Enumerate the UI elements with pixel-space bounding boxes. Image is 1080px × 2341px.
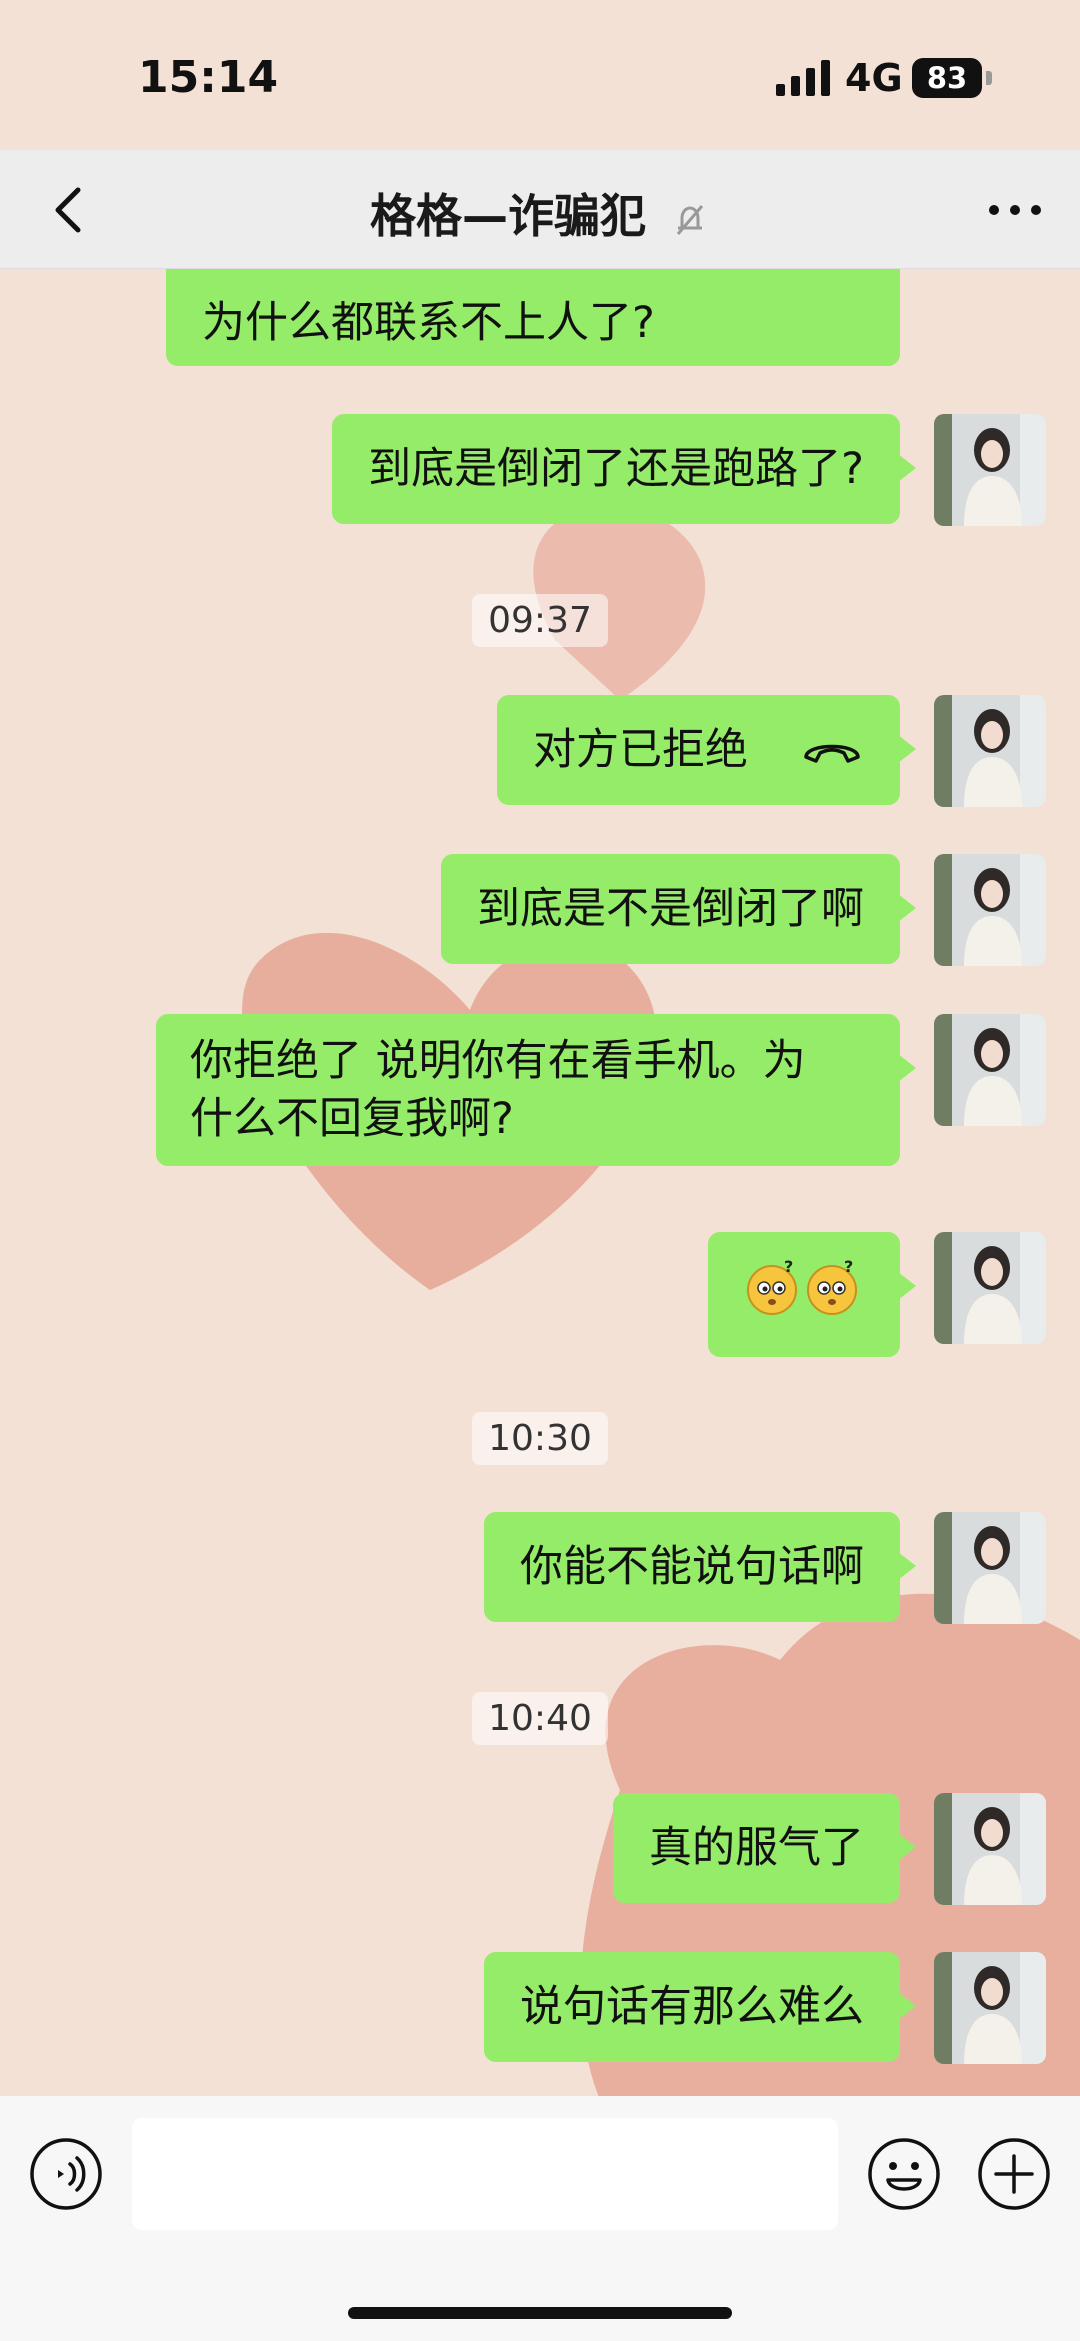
signal-icon xyxy=(776,60,830,96)
voice-icon[interactable] xyxy=(28,2136,104,2212)
message-row: 你能不能说句话啊 xyxy=(484,1512,1046,1624)
message-list: 为什么都联系不上人了? 到底是倒闭了还是跑路了? 09:37 对方已拒绝 到底是… xyxy=(0,268,1080,2096)
battery-indicator: 83 xyxy=(912,58,982,98)
timestamp: 10:30 xyxy=(0,1412,1080,1465)
svg-text:?: ? xyxy=(844,1258,853,1276)
more-dots-icon[interactable] xyxy=(980,180,1050,240)
network-type: 4G xyxy=(845,56,903,100)
hangup-icon xyxy=(804,744,860,763)
message-text: 到底是倒闭了还是跑路了? xyxy=(368,444,864,494)
home-indicator[interactable] xyxy=(348,2307,732,2319)
message-bubble[interactable]: 你能不能说句话啊 xyxy=(484,1512,916,1622)
contact-name: 格格—诈骗犯 xyxy=(369,189,646,243)
message-text: 为什么都联系不上人了? xyxy=(202,298,655,348)
message-text: 说句话有那么难么 xyxy=(520,1982,864,2032)
avatar[interactable] xyxy=(934,1232,1046,1344)
avatar[interactable] xyxy=(934,695,1046,807)
status-bar: 15:14 4G 83 xyxy=(0,0,1080,150)
confused-face-emoji: ? ? xyxy=(747,1257,857,1315)
emoji-icon[interactable] xyxy=(866,2136,942,2212)
avatar[interactable] xyxy=(934,1793,1046,1905)
call-record-bubble[interactable]: 对方已拒绝 xyxy=(497,695,916,805)
emoji-bubble[interactable]: ? ? xyxy=(708,1232,916,1357)
message-bubble[interactable]: 到底是倒闭了还是跑路了? xyxy=(332,414,916,524)
message-row: 到底是不是倒闭了啊 xyxy=(441,854,1046,966)
avatar[interactable] xyxy=(934,1512,1046,1624)
message-text: 真的服气了 xyxy=(649,1823,864,1873)
message-row: 真的服气了 xyxy=(613,1793,1046,1905)
timestamp: 10:40 xyxy=(0,1692,1080,1745)
message-bubble[interactable]: 说句话有那么难么 xyxy=(484,1952,916,2062)
avatar[interactable] xyxy=(934,1014,1046,1126)
svg-text:?: ? xyxy=(784,1258,793,1276)
timestamp: 09:37 xyxy=(0,594,1080,647)
bell-off-icon xyxy=(676,204,704,235)
status-time: 15:14 xyxy=(138,52,279,103)
message-row: 到底是倒闭了还是跑路了? xyxy=(332,414,1046,526)
message-row: 为什么都联系不上人了? xyxy=(166,268,1046,366)
message-text: 你能不能说句话啊 xyxy=(520,1542,864,1592)
avatar[interactable] xyxy=(934,854,1046,966)
message-text: 对方已拒绝 xyxy=(533,725,748,775)
message-row: 对方已拒绝 xyxy=(497,695,1046,807)
avatar[interactable] xyxy=(934,1952,1046,2064)
message-text: 到底是不是倒闭了啊 xyxy=(477,884,864,934)
message-row: 你拒绝了 说明你有在看手机。为 什么不回复我啊? xyxy=(156,1014,1046,1166)
message-text-line: 你拒绝了 说明你有在看手机。为 xyxy=(190,1036,806,1086)
plus-icon[interactable] xyxy=(976,2136,1052,2212)
avatar[interactable] xyxy=(934,414,1046,526)
chat-title: 格格—诈骗犯 xyxy=(0,180,1080,246)
message-bubble[interactable]: 为什么都联系不上人了? xyxy=(166,268,900,366)
message-text-line: 什么不回复我啊? xyxy=(190,1094,514,1144)
message-row: 说句话有那么难么 xyxy=(484,1952,1046,2064)
input-bar xyxy=(0,2096,1080,2341)
chat-header: 格格—诈骗犯 xyxy=(0,150,1080,269)
message-input[interactable] xyxy=(132,2118,838,2230)
message-bubble[interactable]: 到底是不是倒闭了啊 xyxy=(441,854,916,964)
message-bubble[interactable]: 真的服气了 xyxy=(613,1793,916,1903)
battery-cap xyxy=(986,71,992,85)
message-row: ? ? xyxy=(708,1232,1046,1357)
message-bubble[interactable]: 你拒绝了 说明你有在看手机。为 什么不回复我啊? xyxy=(156,1014,916,1166)
